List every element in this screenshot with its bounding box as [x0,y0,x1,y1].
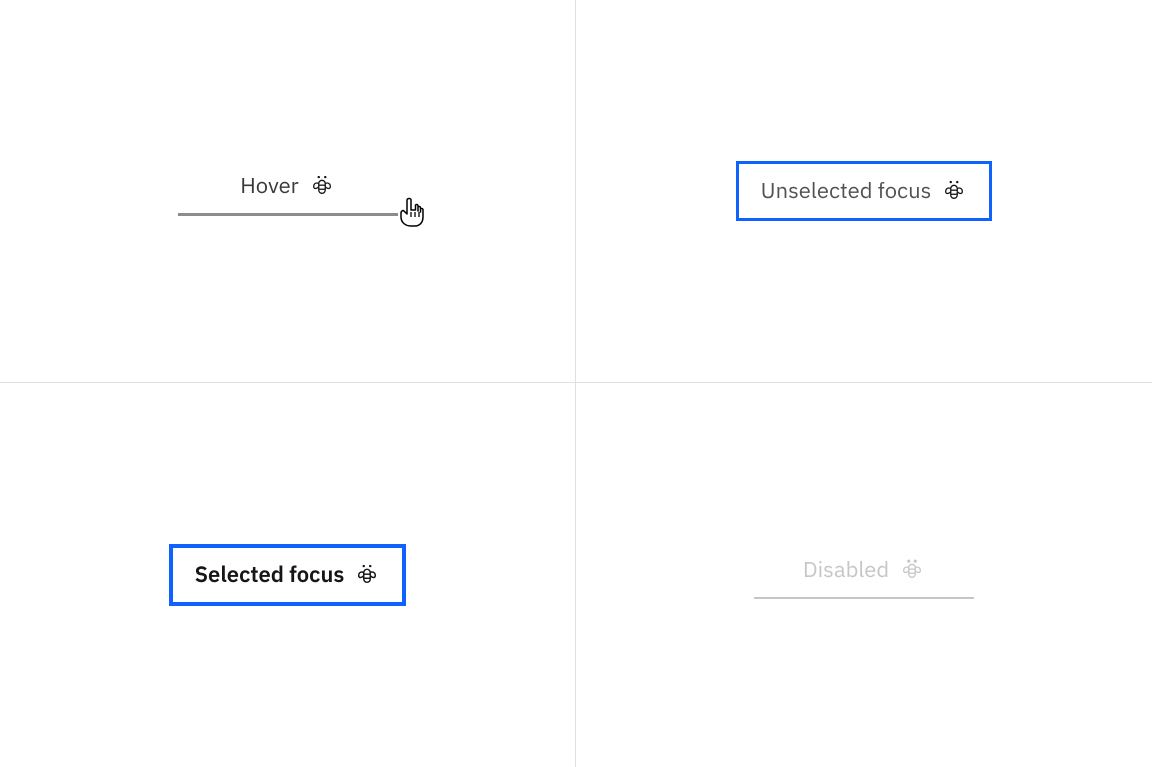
hover-underline [178,213,398,216]
pointer-cursor-icon [398,197,426,232]
tab-hover[interactable]: Hover [238,167,337,205]
bee-icon [941,178,967,204]
tab-unselected-focus-label: Unselected focus [761,180,932,202]
cell-disabled: Disabled [576,383,1152,767]
tab-hover-label: Hover [240,175,299,197]
tab-states-grid: Hover [0,0,1152,767]
tab-selected-focus-label: Selected focus [195,564,345,586]
bee-icon [309,173,335,199]
bee-icon [354,562,380,588]
hover-tab-wrapper: Hover [178,167,398,216]
tab-disabled-label: Disabled [803,559,889,581]
tab-disabled: Disabled [801,551,927,589]
bee-icon [899,557,925,583]
tab-unselected-focus[interactable]: Unselected focus [736,161,993,221]
cell-hover: Hover [0,0,576,383]
disabled-underline [754,597,974,599]
disabled-tab-wrapper: Disabled [754,551,974,599]
cell-unselected-focus: Unselected focus [576,0,1152,383]
tab-selected-focus[interactable]: Selected focus [169,544,407,606]
cell-selected-focus: Selected focus [0,383,576,767]
